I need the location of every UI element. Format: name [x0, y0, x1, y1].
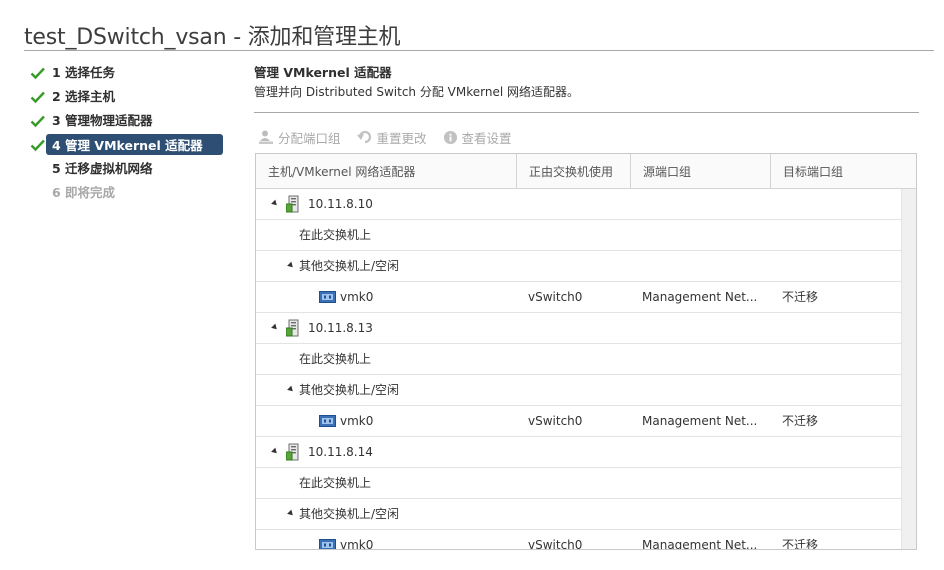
step-select-task[interactable]: 1 选择任务	[30, 62, 240, 86]
source-port-group: Management Net...	[642, 290, 758, 304]
on-this-switch-label: 在此交换机上	[299, 352, 372, 366]
host-name: 10.11.8.14	[308, 445, 373, 459]
on-this-switch-group-row[interactable]: 在此交换机上	[256, 220, 902, 251]
view-settings-button[interactable]: 查看设置	[443, 128, 512, 147]
reset-changes-label: 重置更改	[376, 130, 427, 146]
destination-port-group[interactable]: 不迁移	[782, 530, 818, 549]
step-label: 1 选择任务	[52, 65, 116, 80]
expand-arrow-icon[interactable]	[271, 447, 279, 456]
grid-body: 10.11.8.10 在此交换机上 其他交换机上/空闲 vmk0 vSwitch…	[256, 189, 902, 550]
step-label: 4 管理 VMkernel 适配器	[46, 134, 223, 155]
vmkernel-adapter-row[interactable]: vmk0 vSwitch0 Management Net... 不迁移	[256, 530, 902, 550]
assign-port-group-label: 分配端口组	[278, 130, 341, 146]
section-divider	[254, 112, 919, 113]
page-title: test_DSwitch_vsan - 添加和管理主机	[24, 25, 401, 50]
on-this-switch-label: 在此交换机上	[299, 476, 372, 490]
adapter-name: vmk0	[340, 290, 374, 304]
other-switch-label: 其他交换机上/空闲	[299, 383, 400, 397]
assign-port-group-icon	[259, 130, 273, 144]
expand-arrow-icon[interactable]	[287, 385, 295, 394]
network-adapter-icon	[319, 539, 336, 549]
on-this-switch-group-row[interactable]: 在此交换机上	[256, 344, 902, 375]
column-header-destination-port-group[interactable]: 目标端口组	[771, 154, 916, 188]
vmkernel-adapter-grid: 主机/VMkernel 网络适配器 正由交换机使用 源端口组 目标端口组 10.…	[255, 153, 917, 550]
section-title: 管理 VMkernel 适配器	[254, 65, 392, 80]
wizard-steps: 1 选择任务 2 选择主机 3 管理物理适配器 4 管理 VMkernel 适配…	[30, 62, 240, 206]
adapter-name: vmk0	[340, 538, 374, 550]
vmkernel-adapter-row[interactable]: vmk0 vSwitch0 Management Net... 不迁移	[256, 406, 902, 437]
host-name: 10.11.8.13	[308, 321, 373, 335]
in-use-by-switch: vSwitch0	[528, 538, 583, 550]
vmkernel-adapter-row[interactable]: vmk0 vSwitch0 Management Net... 不迁移	[256, 282, 902, 313]
grid-vertical-scrollbar[interactable]	[901, 189, 916, 549]
step-label: 3 管理物理适配器	[52, 113, 153, 128]
other-switch-group-row[interactable]: 其他交换机上/空闲	[256, 499, 902, 530]
step-label: 2 选择主机	[52, 89, 116, 104]
view-settings-label: 查看设置	[461, 130, 512, 146]
expand-arrow-icon[interactable]	[271, 199, 279, 208]
host-row[interactable]: 10.11.8.13	[256, 313, 902, 344]
reset-changes-button[interactable]: 重置更改	[356, 128, 427, 147]
source-port-group: Management Net...	[642, 538, 758, 550]
assign-port-group-button[interactable]: 分配端口组	[258, 128, 341, 147]
column-header-in-use-by[interactable]: 正由交换机使用	[517, 154, 631, 188]
section-description: 管理并向 Distributed Switch 分配 VMkernel 网络适配…	[254, 85, 579, 99]
other-switch-label: 其他交换机上/空闲	[299, 507, 400, 521]
network-adapter-icon	[319, 415, 336, 427]
checkmark-icon	[30, 139, 45, 152]
source-port-group: Management Net...	[642, 414, 758, 428]
on-this-switch-group-row[interactable]: 在此交换机上	[256, 468, 902, 499]
step-select-hosts[interactable]: 2 选择主机	[30, 86, 240, 110]
undo-icon	[356, 130, 371, 144]
column-header-host-adapter[interactable]: 主机/VMkernel 网络适配器	[256, 154, 517, 188]
other-switch-label: 其他交换机上/空闲	[299, 259, 400, 273]
other-switch-group-row[interactable]: 其他交换机上/空闲	[256, 251, 902, 282]
checkmark-icon	[30, 91, 45, 104]
expand-arrow-icon[interactable]	[287, 261, 295, 270]
adapter-name: vmk0	[340, 414, 374, 428]
step-manage-physical-adapters[interactable]: 3 管理物理适配器	[30, 110, 240, 134]
step-manage-vmkernel-adapters[interactable]: 4 管理 VMkernel 适配器	[30, 134, 240, 158]
info-icon	[443, 130, 457, 144]
checkmark-icon	[30, 115, 45, 128]
on-this-switch-label: 在此交换机上	[299, 228, 372, 242]
step-ready-to-complete: 6 即将完成	[30, 182, 240, 206]
host-server-icon	[286, 195, 299, 213]
host-server-icon	[286, 443, 299, 461]
main-panel: 管理 VMkernel 适配器 管理并向 Distributed Switch …	[254, 62, 919, 113]
adapter-toolbar: 分配端口组 重置更改 查看设置	[258, 126, 528, 148]
checkmark-icon	[30, 67, 45, 80]
expand-arrow-icon[interactable]	[271, 323, 279, 332]
destination-port-group[interactable]: 不迁移	[782, 406, 818, 436]
title-divider	[24, 50, 934, 51]
host-row[interactable]: 10.11.8.10	[256, 189, 902, 220]
host-name: 10.11.8.10	[308, 197, 373, 211]
in-use-by-switch: vSwitch0	[528, 290, 583, 304]
column-header-source-port-group[interactable]: 源端口组	[631, 154, 771, 188]
host-row[interactable]: 10.11.8.14	[256, 437, 902, 468]
step-label: 5 迁移虚拟机网络	[52, 161, 153, 176]
grid-header: 主机/VMkernel 网络适配器 正由交换机使用 源端口组 目标端口组	[256, 154, 916, 189]
step-label: 6 即将完成	[52, 185, 116, 200]
destination-port-group[interactable]: 不迁移	[782, 282, 818, 312]
in-use-by-switch: vSwitch0	[528, 414, 583, 428]
network-adapter-icon	[319, 291, 336, 303]
step-migrate-vm-networking[interactable]: 5 迁移虚拟机网络	[30, 158, 240, 182]
host-server-icon	[286, 319, 299, 337]
expand-arrow-icon[interactable]	[287, 509, 295, 518]
other-switch-group-row[interactable]: 其他交换机上/空闲	[256, 375, 902, 406]
